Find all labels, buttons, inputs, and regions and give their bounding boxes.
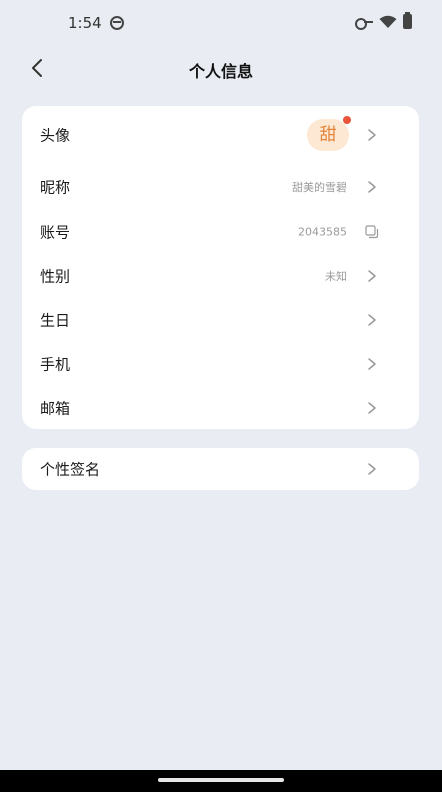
chevron-right-icon xyxy=(368,402,376,414)
navigation-bar xyxy=(0,770,442,792)
chevron-right-icon xyxy=(368,358,376,370)
notification-dot xyxy=(343,116,351,124)
status-icons xyxy=(355,12,412,30)
gender-row[interactable]: 性别 未知 xyxy=(22,254,419,298)
birthday-row[interactable]: 生日 xyxy=(22,298,419,342)
account-row: 账号 2043585 xyxy=(22,210,419,254)
nickname-row[interactable]: 昵称 甜美的雪碧 xyxy=(22,165,419,209)
email-row[interactable]: 邮箱 xyxy=(22,386,419,430)
chevron-right-icon xyxy=(368,181,376,193)
chevron-right-icon xyxy=(368,270,376,282)
dnd-icon xyxy=(110,16,124,30)
signature-row[interactable]: 个性签名 xyxy=(22,448,419,490)
email-label: 邮箱 xyxy=(40,399,71,418)
gender-label: 性别 xyxy=(40,267,71,286)
nickname-value: 甜美的雪碧 xyxy=(292,181,347,194)
nickname-label: 昵称 xyxy=(40,178,71,197)
page-title: 个人信息 xyxy=(188,62,253,81)
copy-icon[interactable] xyxy=(365,225,379,239)
avatar-row[interactable]: 头像 甜 xyxy=(22,113,419,157)
birthday-label: 生日 xyxy=(40,311,71,330)
avatar-text: 甜 xyxy=(319,125,337,145)
status-time: 1:54 xyxy=(68,14,102,32)
chevron-right-icon xyxy=(368,314,376,326)
signature-label: 个性签名 xyxy=(40,460,101,479)
avatar[interactable]: 甜 xyxy=(307,116,351,151)
chevron-right-icon xyxy=(368,463,376,475)
avatar-label: 头像 xyxy=(40,126,71,145)
chevron-right-icon xyxy=(368,129,376,141)
account-label: 账号 xyxy=(40,223,71,242)
screen: 1:54 个人信息 头像 甜 昵称 甜美的雪碧 账号 2043585 性别 未知… xyxy=(0,0,442,792)
home-indicator[interactable] xyxy=(158,778,284,782)
profile-info-card: 头像 甜 昵称 甜美的雪碧 账号 2043585 性别 未知 生日 手机 邮箱 xyxy=(22,106,419,429)
status-bar: 1:54 xyxy=(0,0,442,46)
account-value: 2043585 xyxy=(298,225,347,239)
vpn-key-icon xyxy=(355,17,373,30)
signature-card: 个性签名 xyxy=(22,448,419,490)
phone-row[interactable]: 手机 xyxy=(22,342,419,386)
header: 个人信息 xyxy=(0,46,442,90)
battery-icon xyxy=(403,12,412,29)
phone-label: 手机 xyxy=(40,355,71,374)
wifi-icon xyxy=(379,15,397,28)
gender-value: 未知 xyxy=(325,270,347,283)
